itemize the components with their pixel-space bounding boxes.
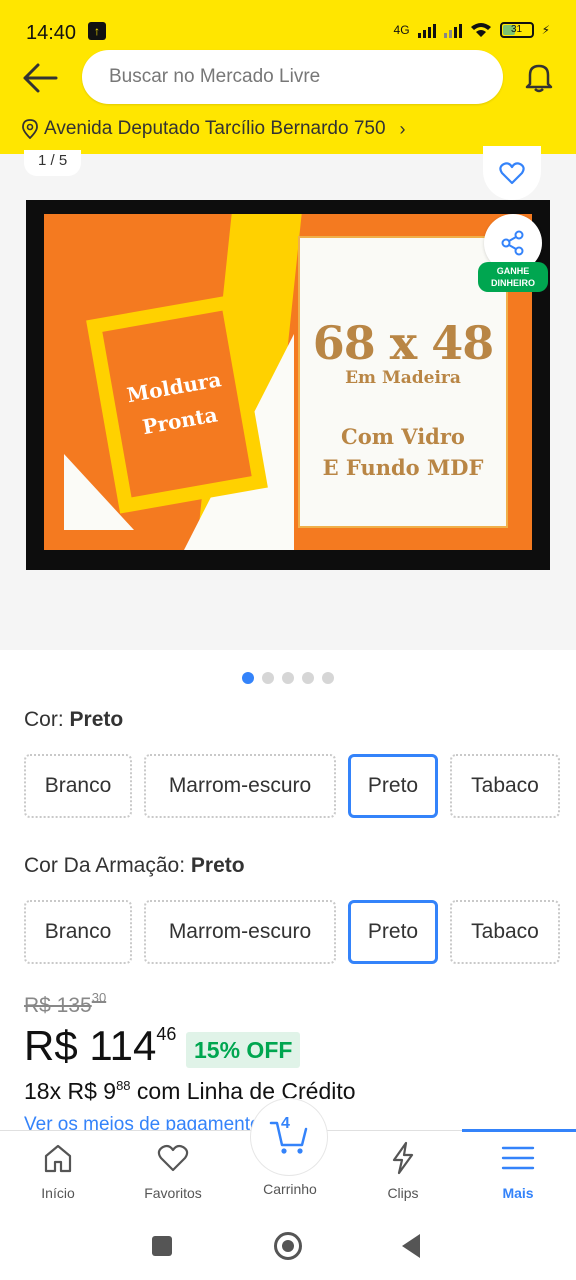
nav-label-carrinho: Carrinho [263, 1181, 317, 1197]
carousel-dot[interactable] [282, 672, 294, 684]
signal-2-icon [443, 22, 462, 38]
status-time: 14:40 [26, 22, 77, 44]
app-header: 14:40 ↑ 4G 31 ⚡ Avenida Deputado Tarcíli… [0, 0, 576, 154]
material-text: Em Madeira [345, 368, 461, 388]
bottom-nav: Início Favoritos 4 Carrinho Clips Mais [0, 1099, 576, 1210]
color-selected: Preto [69, 708, 124, 731]
color-option-branco[interactable]: Branco [24, 754, 132, 818]
product-image: Moldura Pronta 68 x 48 Em Madeira Com Vi… [26, 200, 550, 570]
back-arrow-icon[interactable] [22, 62, 58, 94]
image-counter: 1 / 5 [24, 150, 82, 176]
nav-label-mais: Mais [502, 1185, 534, 1201]
nav-mais[interactable]: Mais [468, 1141, 568, 1201]
share-icon [501, 230, 524, 256]
heart-icon [499, 162, 525, 185]
frame-option-branco[interactable]: Branco [24, 900, 132, 964]
discount-badge: 15% OFF [186, 1032, 301, 1068]
carousel-dot[interactable] [242, 672, 254, 684]
share-control[interactable]: GANHE DINHEIRO [478, 214, 548, 294]
system-back-icon[interactable] [402, 1234, 420, 1258]
frame-option-preto[interactable]: Preto [348, 900, 438, 964]
favorite-button[interactable] [483, 146, 541, 200]
signal-icon [417, 22, 436, 38]
color-option-tabaco[interactable]: Tabaco [450, 754, 560, 818]
installments: 18x R$ 988 com Linha de Crédito [24, 1078, 356, 1104]
wifi-icon [470, 23, 491, 37]
home-button-icon[interactable] [274, 1232, 302, 1260]
frame-option-marrom-escuro[interactable]: Marrom-escuro [144, 900, 336, 964]
color-label: Cor: Preto [24, 708, 124, 731]
nav-clips[interactable]: Clips [353, 1141, 453, 1201]
notification-icon: ↑ [88, 22, 106, 40]
chevron-right-icon: › [399, 118, 406, 139]
nav-inicio[interactable]: Início [8, 1141, 108, 1201]
delivery-address[interactable]: Avenida Deputado Tarcílio Bernardo 750 › [22, 118, 406, 140]
network-label: 4G [393, 23, 410, 37]
size-text: 68 x 48 [312, 316, 494, 370]
active-tab-indicator [462, 1129, 576, 1132]
product-gallery[interactable]: 1 / 5 Moldura Pronta 68 x 48 Em Madeira … [0, 146, 576, 650]
info-card: 68 x 48 Em Madeira Com Vidro E Fundo MDF [298, 236, 508, 528]
charging-icon: ⚡ [541, 23, 550, 37]
cart-button[interactable]: 4 [251, 1099, 327, 1175]
feature-line-1: Com Vidro [341, 424, 465, 449]
color-option-preto[interactable]: Preto [348, 754, 438, 818]
frame-color-selected: Preto [190, 854, 245, 877]
frame-option-tabaco[interactable]: Tabaco [450, 900, 560, 964]
search-input[interactable] [82, 50, 503, 104]
location-pin-icon [22, 119, 38, 139]
nav-label-inicio: Início [41, 1185, 75, 1201]
battery-icon: 31 [499, 22, 534, 38]
current-price: R$ 11446 [24, 1022, 177, 1069]
cart-count: 4 [281, 1115, 290, 1132]
bell-icon[interactable] [522, 60, 556, 94]
nav-label-clips: Clips [387, 1185, 419, 1201]
carousel-dots[interactable] [0, 672, 576, 684]
original-price: R$ 13530 [24, 990, 107, 1017]
image-canvas: Moldura Pronta 68 x 48 Em Madeira Com Vi… [44, 214, 532, 550]
frame-color-options: Branco Marrom-escuro Preto Tabaco [24, 900, 560, 964]
address-text: Avenida Deputado Tarcílio Bernardo 750 [44, 118, 386, 139]
carousel-dot[interactable] [302, 672, 314, 684]
frame-color-label: Cor Da Armação: Preto [24, 854, 245, 877]
nav-label-favoritos: Favoritos [144, 1185, 202, 1201]
lightning-icon [392, 1141, 414, 1175]
feature-line-2: E Fundo MDF [322, 455, 484, 480]
recent-apps-icon[interactable] [152, 1236, 172, 1256]
earn-money-badge: GANHE DINHEIRO [478, 262, 548, 292]
heart-outline-icon [157, 1144, 189, 1172]
carousel-dot[interactable] [322, 672, 334, 684]
color-options: Branco Marrom-escuro Preto Tabaco [24, 754, 560, 818]
status-bar: 14:40 ↑ 4G 31 ⚡ [0, 12, 576, 52]
carousel-dot[interactable] [262, 672, 274, 684]
search-bar[interactable] [82, 50, 503, 104]
system-nav-bar [0, 1210, 576, 1280]
nav-favoritos[interactable]: Favoritos [123, 1141, 223, 1201]
color-option-marrom-escuro[interactable]: Marrom-escuro [144, 754, 336, 818]
home-icon [44, 1144, 72, 1173]
status-indicators: 4G 31 ⚡ [394, 22, 550, 38]
menu-icon [501, 1146, 535, 1170]
